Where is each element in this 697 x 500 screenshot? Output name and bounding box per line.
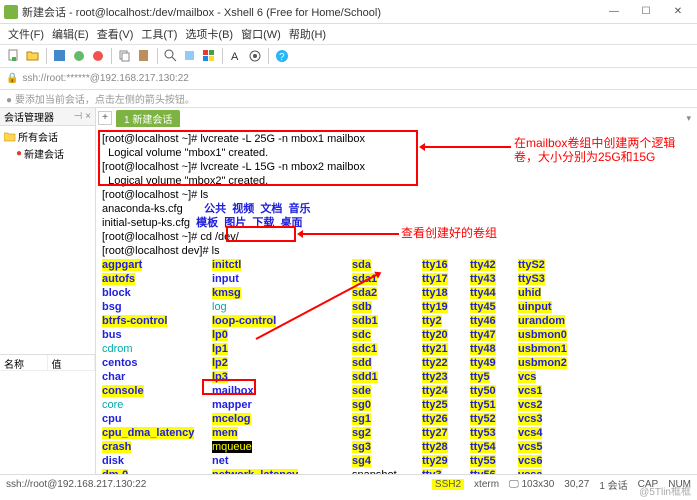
app-icon (4, 5, 18, 19)
address-text[interactable]: ssh://root:******@192.168.217.130:22 (22, 73, 188, 84)
open-icon[interactable] (25, 48, 41, 64)
font-icon[interactable]: A (228, 48, 244, 64)
disconnect-icon[interactable] (90, 48, 106, 64)
properties-icon[interactable] (182, 48, 198, 64)
tab-add-button[interactable]: + (98, 111, 112, 125)
col-name[interactable]: 名称 (0, 355, 48, 370)
info-text: ● 要添加当前会话，点击左侧的箭头按钮。 (6, 91, 195, 106)
menu-tools[interactable]: 工具(T) (139, 26, 179, 42)
watermark: @5Tlin框框 (639, 483, 691, 498)
main-row: 会话管理器 ⊣ × 所有会话 ● 新建会话 名称 值 + 1 新建会话 ▾ (0, 108, 697, 474)
paste-icon[interactable] (136, 48, 152, 64)
color-icon[interactable] (201, 48, 217, 64)
new-icon[interactable] (6, 48, 22, 64)
col-value[interactable]: 值 (48, 355, 96, 370)
menu-edit[interactable]: 编辑(E) (50, 26, 91, 42)
status-term: xterm (474, 479, 499, 490)
copy-icon[interactable] (117, 48, 133, 64)
session-tree: 所有会话 ● 新建会话 (0, 126, 95, 354)
search-icon[interactable] (163, 48, 179, 64)
settings-icon[interactable] (247, 48, 263, 64)
status-pos: 30,27 (564, 479, 589, 490)
status-sess: 1 会话 (599, 477, 627, 492)
tab-dropdown-icon[interactable]: ▾ (686, 113, 691, 124)
connect-icon[interactable] (71, 48, 87, 64)
terminal-area: + 1 新建会话 ▾ [root@localhost ~]# lvcreate … (96, 108, 697, 474)
titlebar: 新建会话 - root@localhost:/dev/mailbox - Xsh… (0, 0, 697, 24)
folder-icon (4, 132, 16, 142)
property-cols: 名称 值 (0, 355, 95, 371)
terminal[interactable]: [root@localhost ~]# lvcreate -L 25G -n m… (96, 128, 697, 474)
menu-file[interactable]: 文件(F) (6, 26, 46, 42)
minimize-button[interactable]: — (599, 2, 629, 22)
window-title: 新建会话 - root@localhost:/dev/mailbox - Xsh… (22, 4, 599, 20)
menu-view[interactable]: 查看(V) (95, 26, 136, 42)
status-size: 🖵 103x30 (509, 479, 554, 490)
status-left: ssh://root@192.168.217.130:22 (6, 479, 146, 490)
ls-output: agpgartautofsblockbsgbtrfs-controlbuscdr… (102, 258, 691, 474)
tree-root[interactable]: 所有会话 (2, 128, 93, 145)
menubar: 文件(F) 编辑(E) 查看(V) 工具(T) 选项卡(B) 窗口(W) 帮助(… (0, 24, 697, 44)
tab-active[interactable]: 1 新建会话 (116, 110, 180, 127)
address-bar: 🔒 ssh://root:******@192.168.217.130:22 (0, 68, 697, 90)
menu-tab[interactable]: 选项卡(B) (183, 26, 235, 42)
lock-icon: 🔒 (6, 73, 18, 84)
sidebar-title: 会话管理器 ⊣ × (0, 108, 95, 126)
tab-bar: + 1 新建会话 ▾ (96, 108, 697, 128)
help-icon[interactable]: ? (274, 48, 290, 64)
window-controls: — ☐ ✕ (599, 2, 693, 22)
close-button[interactable]: ✕ (663, 2, 693, 22)
menu-window[interactable]: 窗口(W) (239, 26, 283, 42)
svg-text:A: A (231, 51, 239, 63)
menu-help[interactable]: 帮助(H) (287, 26, 328, 42)
status-bar: ssh://root@192.168.217.130:22 SSH2 xterm… (0, 474, 697, 494)
tree-root-label: 所有会话 (18, 129, 58, 144)
tree-child-label: 新建会话 (24, 146, 64, 161)
info-bar: ● 要添加当前会话，点击左侧的箭头按钮。 (0, 90, 697, 108)
save-icon[interactable] (52, 48, 68, 64)
sidebar-pin-icon[interactable]: ⊣ × (74, 111, 91, 122)
svg-text:?: ? (279, 52, 285, 63)
tree-child[interactable]: ● 新建会话 (2, 145, 93, 162)
property-panel: 名称 值 (0, 354, 95, 474)
session-icon: ● (16, 148, 22, 159)
sidebar: 会话管理器 ⊣ × 所有会话 ● 新建会话 名称 值 (0, 108, 96, 474)
status-ssh: SSH2 (432, 479, 464, 490)
toolbar: A ? (0, 44, 697, 68)
maximize-button[interactable]: ☐ (631, 2, 661, 22)
sidebar-title-text: 会话管理器 (4, 109, 54, 124)
